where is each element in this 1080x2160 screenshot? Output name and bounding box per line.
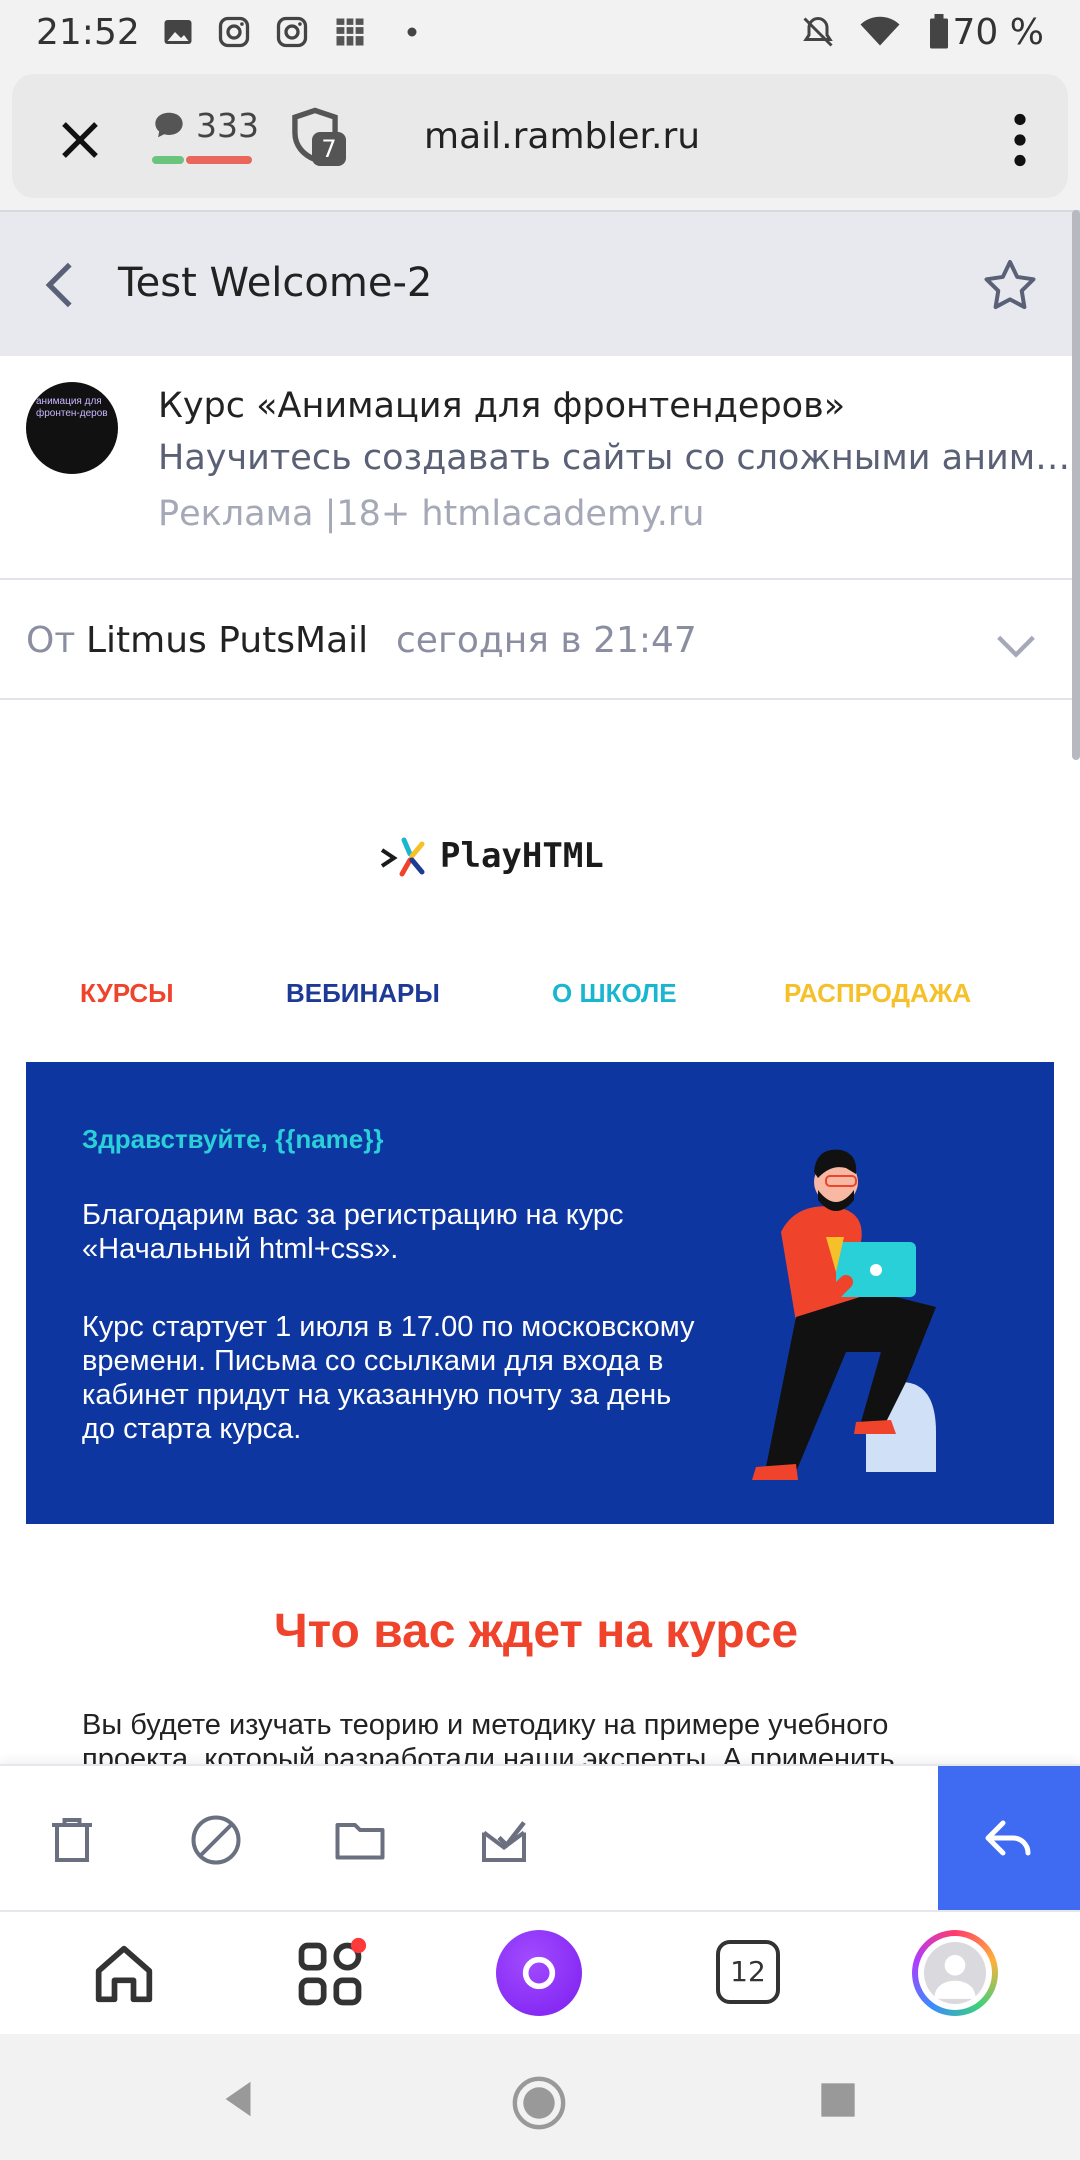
spam-block-icon[interactable]	[186, 1810, 246, 1870]
ad-title[interactable]: Курс «Анимация для фронтендеров»	[158, 386, 845, 426]
ad-avatar: анимация для фронтен-деров	[26, 382, 118, 474]
avatar-ring	[918, 1936, 992, 2010]
alice-assistant-button[interactable]	[496, 1930, 582, 2016]
nav-link-about[interactable]: О ШКОЛЕ	[552, 978, 677, 1009]
sender-row[interactable]: От Litmus PutsMail сегодня в 21:47	[0, 582, 1072, 700]
home-icon[interactable]	[86, 1936, 162, 2012]
nav-link-sale[interactable]: РАСПРОДАЖА	[784, 978, 971, 1009]
recents-square-icon[interactable]	[818, 2080, 858, 2120]
star-icon[interactable]	[978, 254, 1042, 318]
welcome-banner: Здравствуйте, {{name}} Благодарим вас за…	[26, 1062, 1054, 1524]
browser-bottom-nav: 12	[0, 1910, 1080, 2034]
more-menu-icon[interactable]	[1006, 112, 1034, 168]
greeting-text: Здравствуйте, {{name}}	[82, 1124, 384, 1154]
scrollbar[interactable]	[1072, 210, 1080, 760]
trash-icon[interactable]	[42, 1810, 102, 1870]
more-notifications-dot-icon	[407, 27, 417, 37]
chat-bubble-icon	[155, 112, 183, 138]
ad-block[interactable]: анимация для фронтен-деров Курс «Анимаци…	[0, 356, 1072, 580]
silent-bell-icon	[803, 16, 833, 47]
shield-count: 7	[312, 132, 346, 166]
mail-action-bar	[0, 1764, 1080, 1912]
status-bar: 21:52 70 %	[0, 0, 1080, 66]
address-bar[interactable]: 333 7 mail.rambler.ru	[12, 74, 1068, 198]
nav-link-webinars[interactable]: ВЕБИНАРЫ	[286, 978, 440, 1009]
section-heading: Что вас ждет на курсе	[273, 1605, 799, 1658]
gallery-icon	[164, 20, 192, 44]
playhtml-logo-icon	[380, 837, 425, 877]
messages-counter[interactable]: 333	[152, 104, 259, 164]
back-triangle-icon[interactable]	[216, 2076, 262, 2122]
screen: 21:52 70 % 333 7 mail.rambler.ru Test We…	[0, 0, 1080, 2160]
system-navigation-bar	[0, 2034, 1080, 2160]
messages-count: 333	[196, 106, 259, 145]
close-icon[interactable]	[56, 116, 104, 164]
tabs-counter[interactable]: 12	[716, 1940, 780, 2004]
reply-arrow-icon	[985, 1820, 1031, 1856]
instagram-icon-2	[276, 16, 308, 48]
app-notification-icon	[336, 18, 364, 46]
nav-link-courses[interactable]: КУРСЫ	[80, 978, 174, 1009]
sender-name[interactable]: Litmus PutsMail	[86, 620, 368, 661]
counter-bar-green	[152, 156, 184, 164]
chevron-down-icon[interactable]	[990, 620, 1042, 672]
battery-level: 70 %	[952, 12, 1044, 53]
email-nav: КУРСЫ ВЕБИНАРЫ О ШКОЛЕ РАСПРОДАЖА	[0, 978, 1072, 1024]
reply-button[interactable]	[938, 1766, 1080, 1912]
folder-icon[interactable]	[330, 1810, 390, 1870]
mark-read-icon[interactable]	[474, 1810, 534, 1870]
browser-toolbar: 333 7 mail.rambler.ru	[0, 66, 1080, 210]
ad-description[interactable]: Научитесь создавать сайты со сложными ан…	[158, 438, 1072, 478]
back-arrow-icon[interactable]	[26, 250, 96, 320]
protect-shield[interactable]: 7	[288, 106, 352, 170]
ad-avatar-text: анимация для фронтен-деров	[36, 396, 108, 419]
course-start-text: Курс стартует 1 июля в 17.00 по московск…	[82, 1311, 695, 1445]
url-text[interactable]: mail.rambler.ru	[424, 116, 700, 157]
mail-header: Test Welcome-2	[0, 210, 1080, 356]
sent-date: сегодня в 21:47	[396, 620, 697, 661]
instagram-icon	[218, 16, 250, 48]
counter-bar-red	[186, 156, 252, 164]
profile-avatar[interactable]	[912, 1930, 998, 2016]
ad-meta: Реклама |18+ htmlacademy.ru	[158, 494, 705, 534]
home-circle-icon[interactable]	[510, 2074, 568, 2132]
alice-icon	[522, 1956, 556, 1990]
status-time: 21:52	[36, 12, 140, 53]
developer-illustration	[752, 1149, 936, 1480]
registration-text: Благодарим вас за регистрацию на курс «Н…	[82, 1199, 624, 1265]
avatar-icon	[924, 1942, 986, 2004]
from-label: От	[26, 620, 76, 661]
mail-subject: Test Welcome-2	[118, 260, 433, 306]
battery-icon	[930, 14, 948, 49]
services-grid-icon[interactable]	[292, 1936, 368, 2012]
logo-text: PlayHTML	[440, 836, 604, 876]
wifi-icon	[860, 16, 900, 46]
